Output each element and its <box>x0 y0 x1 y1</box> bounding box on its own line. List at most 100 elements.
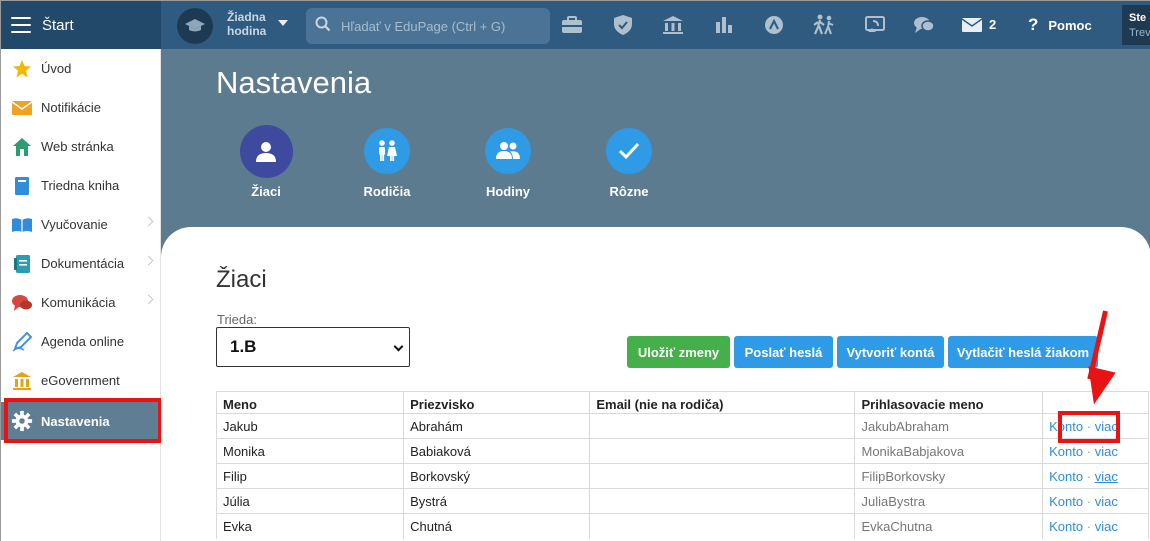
viac-link[interactable]: viac <box>1095 469 1118 484</box>
cell-meno: Júlia <box>215 488 405 514</box>
gauge-icon[interactable] <box>762 13 786 37</box>
bank-icon[interactable] <box>661 13 685 37</box>
cell-login: JuliaBystra <box>854 488 1044 514</box>
students-table: Meno Priezvisko Email (nie na rodiča) Pr… <box>215 391 1149 539</box>
chat-icon[interactable] <box>912 13 936 37</box>
table-row: Jakub Abrahám JakubAbraham Konto · viac <box>215 413 1149 439</box>
sidebar-item-label: Triedna kniha <box>41 178 120 193</box>
sidebar-item-triedna-kniha[interactable]: Triedna kniha <box>1 166 160 205</box>
parents-icon <box>364 128 410 174</box>
cell-priezvisko: Abrahám <box>403 413 591 439</box>
separator: · <box>1086 443 1092 459</box>
chevron-down-icon <box>393 341 404 352</box>
cell-email[interactable] <box>589 513 856 539</box>
house-icon <box>11 136 33 158</box>
sidebar-item-label: Agenda online <box>41 334 125 349</box>
sidebar-item-komunikacia[interactable]: Komunikácia <box>1 283 160 322</box>
separator: · <box>1086 493 1092 509</box>
sidebar-item-label: Úvod <box>41 61 72 76</box>
cell-priezvisko: Babiaková <box>403 438 591 464</box>
viac-link[interactable]: viac <box>1095 444 1118 459</box>
sidebar-item-agenda-online[interactable]: Agenda online <box>1 322 160 361</box>
help-icon: ? <box>1028 15 1039 34</box>
create-accounts-button[interactable]: Vytvoriť kontá <box>837 336 944 368</box>
chevron-right-icon <box>143 216 154 227</box>
viac-link[interactable]: viac <box>1095 494 1118 509</box>
send-passwords-button[interactable]: Poslať heslá <box>734 336 833 368</box>
table-row: Monika Babiaková MonikaBabjakova Konto ·… <box>215 438 1149 464</box>
tab-rodicia[interactable]: Rodičia <box>332 128 442 199</box>
cell-meno: Evka <box>215 513 405 539</box>
print-passwords-button[interactable]: Vytlačiť heslá žiakom <box>948 336 1098 368</box>
bank-icon <box>11 370 33 392</box>
top-bar: Štart Žiadna hodina 2 ? P <box>1 1 1150 49</box>
tab-hodiny[interactable]: Hodiny <box>453 128 563 199</box>
start-menu-button[interactable]: Štart <box>1 1 161 49</box>
bar-chart-icon[interactable] <box>712 13 736 37</box>
cell-email[interactable] <box>589 488 856 514</box>
sidebar: Úvod Notifikácie Web stránka Triedna kni… <box>1 49 161 541</box>
cell-actions: Konto · viac <box>1042 488 1149 514</box>
cell-login: EvkaChutna <box>854 513 1044 539</box>
envelope-icon[interactable] <box>960 13 984 37</box>
star-icon <box>11 58 33 80</box>
help-button[interactable]: ? Pomoc <box>1028 15 1092 35</box>
cell-login: MonikaBabjakova <box>854 438 1044 464</box>
graduation-cap-icon[interactable] <box>177 8 213 44</box>
table-row: Júlia Bystrá JuliaBystra Konto · viac <box>215 488 1149 514</box>
sidebar-item-label: Web stránka <box>41 139 114 154</box>
trieda-label: Trieda: <box>217 312 257 327</box>
current-hour-selector[interactable]: Žiadna hodina <box>227 10 277 38</box>
column-header-login[interactable]: Prihlasovacie meno <box>854 391 1044 414</box>
check-icon <box>606 128 652 174</box>
page-title: Nastavenia <box>216 65 372 100</box>
save-changes-button[interactable]: Uložiť zmeny <box>627 336 730 368</box>
konto-link[interactable]: Konto <box>1049 469 1083 484</box>
sidebar-item-egovernment[interactable]: eGovernment <box>1 361 160 400</box>
sidebar-item-dokumentacia[interactable]: Dokumentácia <box>1 244 160 283</box>
sidebar-item-notifikacie[interactable]: Notifikácie <box>1 88 160 127</box>
cell-email[interactable] <box>589 463 856 489</box>
separator: · <box>1086 518 1092 534</box>
konto-link[interactable]: Konto <box>1049 519 1083 534</box>
caret-down-icon[interactable] <box>278 20 288 26</box>
viac-link[interactable]: viac <box>1095 519 1118 534</box>
briefcase-icon[interactable] <box>560 13 584 37</box>
search-box[interactable] <box>306 8 550 44</box>
cell-meno: Jakub <box>215 413 405 439</box>
sidebar-item-web-stranka[interactable]: Web stránka <box>1 127 160 166</box>
table-row: Evka Chutná EvkaChutna Konto · viac <box>215 513 1149 539</box>
konto-link[interactable]: Konto <box>1049 444 1083 459</box>
section-title: Žiaci <box>216 266 267 293</box>
sidebar-item-label: eGovernment <box>41 373 120 388</box>
konto-link[interactable]: Konto <box>1049 494 1083 509</box>
search-icon <box>315 16 331 37</box>
search-input[interactable] <box>341 18 541 34</box>
column-header-meno[interactable]: Meno <box>215 391 405 414</box>
cell-email[interactable] <box>589 438 856 464</box>
cell-priezvisko: Borkovský <box>403 463 591 489</box>
cell-login: FilipBorkovsky <box>854 463 1044 489</box>
sidebar-item-uvod[interactable]: Úvod <box>1 49 160 88</box>
column-header-email[interactable]: Email (nie na rodiča) <box>589 391 856 414</box>
cast-icon[interactable] <box>863 13 887 37</box>
hour-line2: hodina <box>227 24 267 38</box>
user-line1: Ste <box>1129 12 1147 24</box>
cell-priezvisko: Bystrá <box>403 488 591 514</box>
messages-count[interactable]: 2 <box>989 17 996 32</box>
column-header-priezvisko[interactable]: Priezvisko <box>403 391 591 414</box>
cell-email[interactable] <box>589 413 856 439</box>
user-menu[interactable]: Ste Trev <box>1122 5 1150 45</box>
highlight-box-nastavenia <box>4 398 162 443</box>
chevron-right-icon <box>143 294 154 305</box>
people-walking-icon[interactable] <box>812 13 836 37</box>
start-label: Štart <box>42 16 74 34</box>
table-row: Filip Borkovský FilipBorkovsky Konto · v… <box>215 463 1149 489</box>
shield-icon[interactable] <box>611 13 635 37</box>
tab-ziaci[interactable]: Žiaci <box>211 125 321 199</box>
hour-line1: Žiadna <box>227 10 266 24</box>
tab-rozne[interactable]: Rôzne <box>574 128 684 199</box>
sidebar-item-vyucovanie[interactable]: Vyučovanie <box>1 205 160 244</box>
trieda-select[interactable]: 1.B <box>216 327 410 367</box>
sidebar-item-label: Vyučovanie <box>41 217 108 232</box>
